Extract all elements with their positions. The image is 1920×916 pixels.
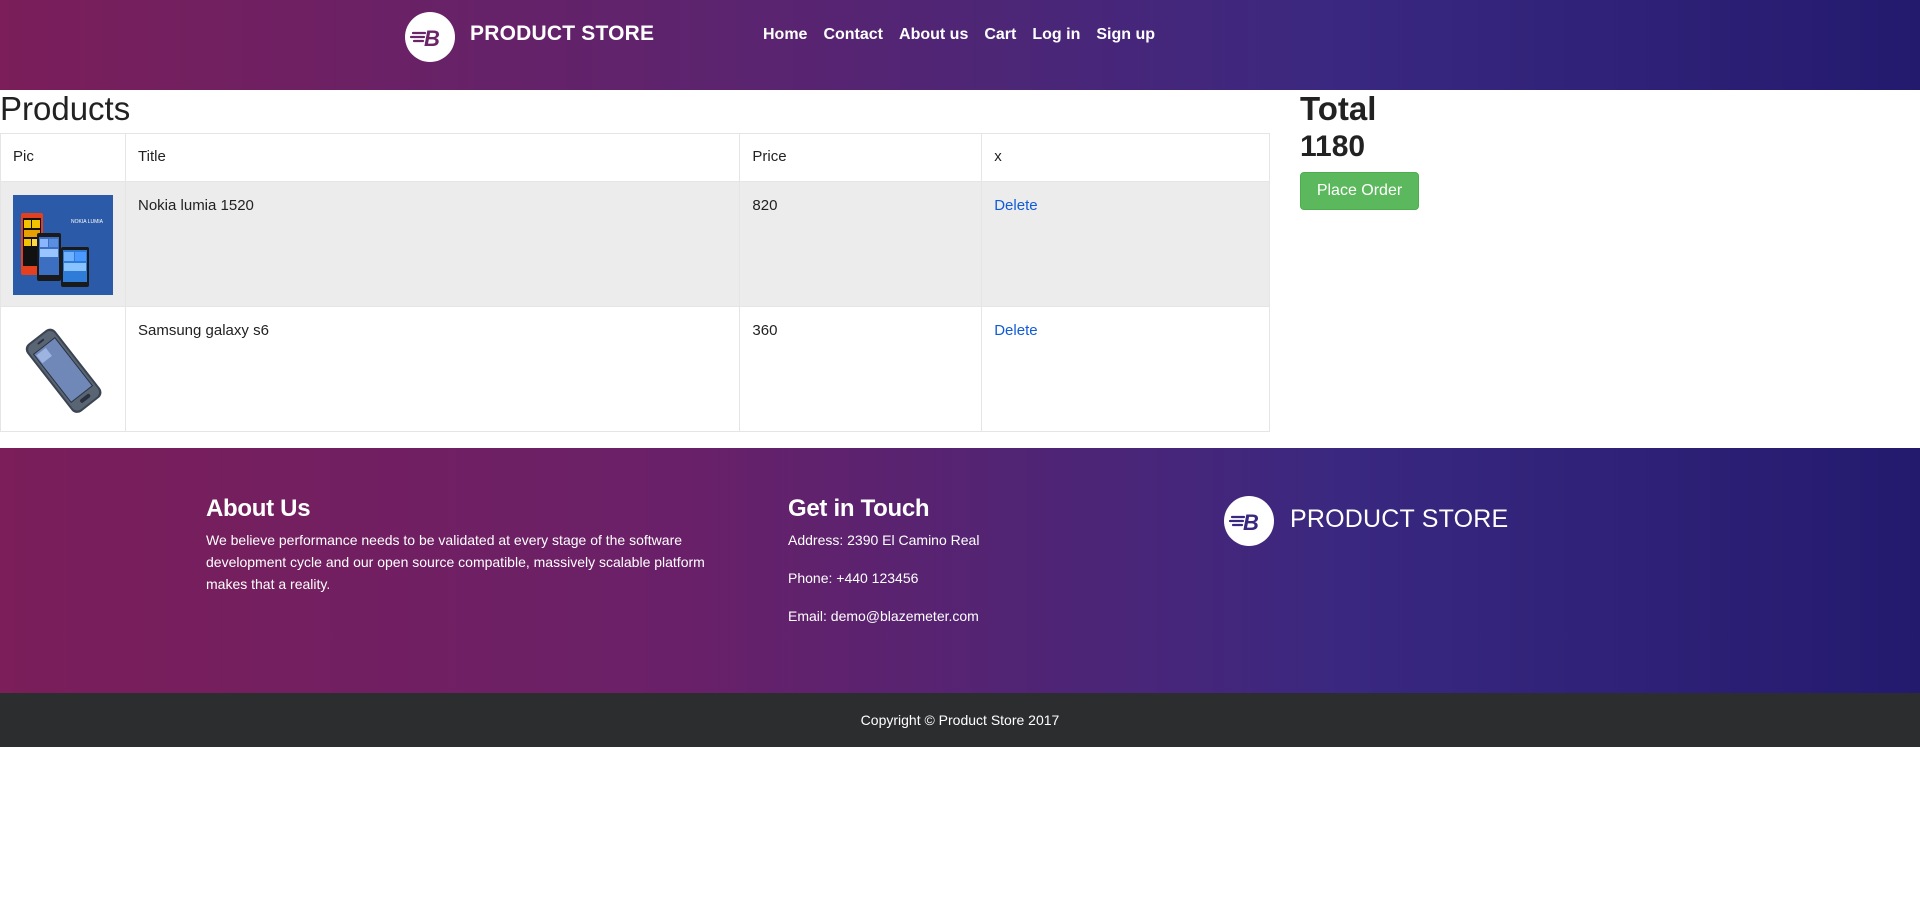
- nav-cart[interactable]: Cart: [984, 26, 1016, 44]
- top-navbar: B PRODUCT STORE Home Contact About us Ca…: [0, 0, 1920, 90]
- svg-text:NOKIA LUMIA: NOKIA LUMIA: [71, 219, 104, 225]
- products-heading: Products: [0, 90, 131, 127]
- place-order-button[interactable]: Place Order: [1300, 172, 1419, 210]
- footer-email: Email: demo@blazemeter.com: [788, 608, 979, 624]
- footer-contact-heading: Get in Touch: [788, 495, 930, 522]
- nav-contact[interactable]: Contact: [823, 26, 883, 44]
- blazemeter-logo-icon: B: [405, 12, 455, 62]
- blazemeter-logo-icon: B: [1224, 496, 1274, 546]
- copyright-text: Copyright © Product Store 2017: [860, 712, 1060, 728]
- svg-text:B: B: [1243, 510, 1259, 535]
- footer-brand: B PRODUCT STORE: [1224, 496, 1508, 546]
- brand-name: PRODUCT STORE: [470, 22, 655, 45]
- nav-menu: Home Contact About us Cart Log in Sign u…: [763, 26, 1171, 44]
- column-header-x: x: [981, 133, 1270, 182]
- nav-home[interactable]: Home: [763, 26, 807, 44]
- nav-sign-up[interactable]: Sign up: [1096, 26, 1155, 44]
- footer-contact-section: Get in Touch Address: 2390 El Camino Rea…: [788, 495, 1188, 643]
- footer-phone: Phone: +440 123456: [788, 570, 919, 586]
- nav-log-in[interactable]: Log in: [1032, 26, 1080, 44]
- copyright-bar: Copyright © Product Store 2017: [0, 693, 1920, 747]
- column-header-title: Title: [124, 133, 741, 182]
- samsung-galaxy-product-image: [13, 320, 113, 420]
- nokia-lumia-product-image: NOKIA LUMIA: [13, 195, 113, 295]
- table-row: NOKIA LUMIA Nokia lumia 1520 820 Delete: [0, 181, 1270, 307]
- cart-table: Pic Title Price x NOKIA LUMIA Nokia lumi…: [0, 133, 1270, 432]
- footer-about-text: We believe performance needs to be valid…: [206, 532, 705, 592]
- footer-about-heading: About Us: [206, 495, 311, 522]
- product-title-cell: Samsung galaxy s6: [124, 306, 741, 432]
- navbar-brand[interactable]: B PRODUCT STORE: [405, 12, 654, 62]
- svg-text:B: B: [424, 26, 440, 51]
- product-pic-cell: NOKIA LUMIA: [0, 181, 126, 307]
- delete-link[interactable]: Delete: [994, 322, 1037, 339]
- column-header-pic: Pic: [0, 133, 126, 182]
- site-footer: About Us We believe performance needs to…: [0, 448, 1920, 693]
- nav-about-us[interactable]: About us: [899, 26, 968, 44]
- product-action-cell: Delete: [981, 181, 1270, 307]
- product-price-cell: 360: [739, 306, 983, 432]
- delete-link[interactable]: Delete: [994, 197, 1037, 214]
- footer-brand-name: PRODUCT STORE: [1290, 504, 1509, 533]
- footer-about-section: About Us We believe performance needs to…: [206, 495, 746, 595]
- product-price-cell: 820: [739, 181, 983, 307]
- table-header-row: Pic Title Price x: [0, 133, 1270, 182]
- product-action-cell: Delete: [981, 306, 1270, 432]
- total-amount: 1180: [1300, 130, 1366, 163]
- column-header-price: Price: [739, 133, 983, 182]
- product-pic-cell: [0, 306, 126, 432]
- table-row: Samsung galaxy s6 360 Delete: [0, 306, 1270, 432]
- footer-address: Address: 2390 El Camino Real: [788, 532, 980, 548]
- product-title-cell: Nokia lumia 1520: [124, 181, 741, 307]
- total-heading: Total: [1300, 90, 1377, 127]
